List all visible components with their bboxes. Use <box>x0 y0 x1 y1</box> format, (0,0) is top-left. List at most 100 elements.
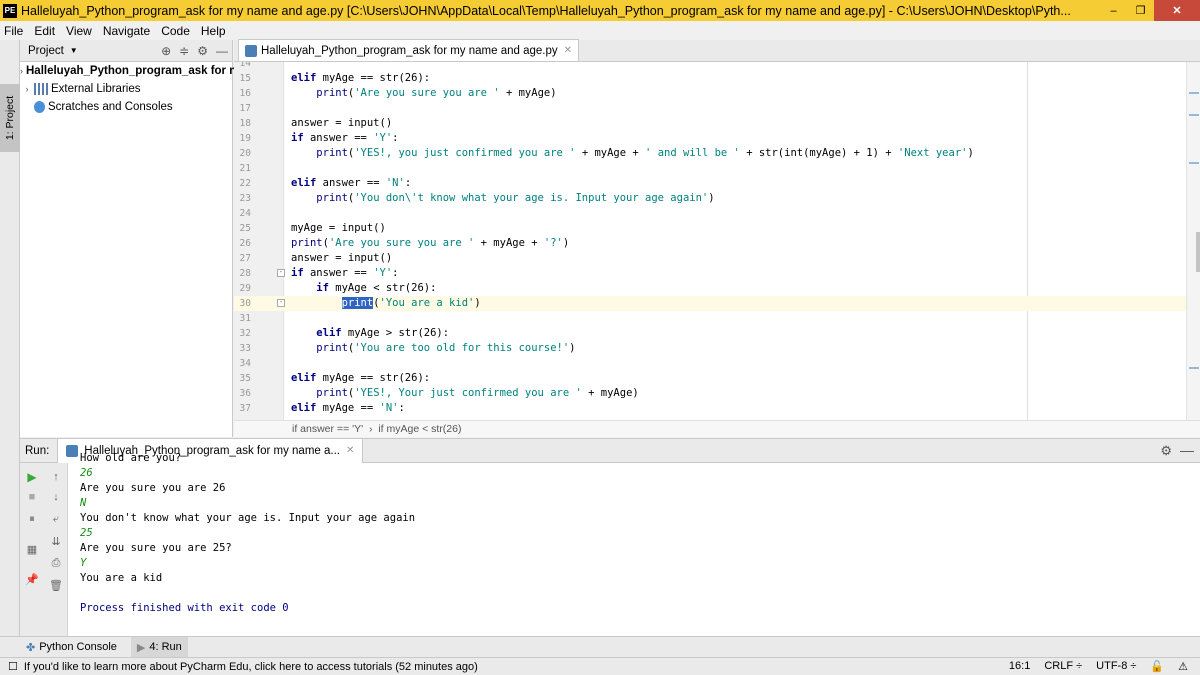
caret-position[interactable]: 16:1 <box>1009 660 1030 673</box>
code-text[interactable]: print('Are you sure you are ' + myAge) <box>291 86 556 101</box>
code-text[interactable]: print('YES!, you just confirmed you are … <box>291 146 974 161</box>
maximize-button[interactable]: ❐ <box>1127 0 1154 21</box>
print-icon[interactable]: ⎙ <box>48 555 64 571</box>
menu-navigate[interactable]: Navigate <box>103 24 150 38</box>
tree-item-scratches[interactable]: Scratches and Consoles <box>20 98 232 116</box>
code-line[interactable]: 25 myAge = input() <box>234 221 1200 236</box>
breadcrumb-item[interactable]: if myAge < str(26) <box>378 423 461 435</box>
lock-icon[interactable]: 🔓 <box>1150 660 1164 673</box>
code-text[interactable]: answer = input() <box>291 251 392 266</box>
editor-scrollbar[interactable] <box>1186 62 1200 420</box>
up-arrow-icon[interactable]: ↑ <box>48 469 64 485</box>
encoding-selector[interactable]: UTF-8 ÷ <box>1096 660 1136 673</box>
code-line[interactable]: 33 print('You are too old for this cours… <box>234 341 1200 356</box>
tree-item-external-libraries[interactable]: › External Libraries <box>20 80 232 98</box>
tab-python-console[interactable]: ✤ Python Console <box>26 641 117 654</box>
code-text[interactable]: print('You don\'t know what your age is.… <box>291 191 714 206</box>
line-number: 14 <box>239 62 251 69</box>
menu-view[interactable]: View <box>66 24 92 38</box>
code-line[interactable]: 35 elif myAge == str(26): <box>234 371 1200 386</box>
stop-icon[interactable]: ■ <box>24 489 40 505</box>
line-number: 16 <box>239 88 251 99</box>
layout-icon[interactable]: ▦ <box>24 541 40 557</box>
scroll-thumb[interactable] <box>1196 232 1200 272</box>
fold-marker-icon[interactable]: - <box>277 269 285 277</box>
tab-run[interactable]: ▶ 4: Run <box>130 636 188 658</box>
editor-tab[interactable]: Halleluyah_Python_program_ask for my nam… <box>238 39 580 61</box>
minimize-button[interactable]: – <box>1100 0 1127 21</box>
line-number: 28 <box>239 268 251 279</box>
gear-icon[interactable]: ⚙ <box>197 44 208 58</box>
code-line[interactable]: 34 <box>234 356 1200 371</box>
code-text[interactable]: elif myAge == 'N': <box>291 401 405 416</box>
soft-wrap-icon[interactable]: ⤶ <box>48 511 64 527</box>
code-text[interactable]: if myAge < str(26): <box>291 281 436 296</box>
expand-arrow-icon[interactable]: › <box>20 66 23 76</box>
collapse-all-icon[interactable]: ≑ <box>179 44 189 58</box>
rerun-icon[interactable]: ▶ <box>24 469 40 485</box>
pause-icon[interactable]: ⏸ <box>24 511 40 527</box>
code-line[interactable]: 17 <box>234 101 1200 116</box>
code-text[interactable]: elif myAge == str(26): <box>291 371 430 386</box>
code-text[interactable]: elif myAge == str(26): <box>291 71 430 86</box>
code-line[interactable]: 21 <box>234 161 1200 176</box>
breadcrumb-item[interactable]: if answer == 'Y' <box>292 423 363 435</box>
project-tool-tab-label: 1: Project <box>4 95 17 141</box>
pin-icon[interactable]: 📌 <box>24 571 40 587</box>
code-line[interactable]: 14 <box>234 62 1200 71</box>
code-line[interactable]: 16 print('Are you sure you are ' + myAge… <box>234 86 1200 101</box>
code-line[interactable]: 36 print('YES!, Your just confirmed you … <box>234 386 1200 401</box>
code-line[interactable]: 23 print('You don\'t know what your age … <box>234 191 1200 206</box>
expand-arrow-icon[interactable]: › <box>20 84 34 94</box>
fold-marker-icon[interactable]: - <box>277 299 285 307</box>
code-text[interactable]: elif answer == 'N': <box>291 176 411 191</box>
code-line[interactable]: 18 answer = input() <box>234 116 1200 131</box>
hide-panel-icon[interactable]: — <box>216 44 228 58</box>
code-text[interactable]: print('You are too old for this course!'… <box>291 341 575 356</box>
code-line[interactable]: 31 <box>234 311 1200 326</box>
down-arrow-icon[interactable]: ↓ <box>48 489 64 505</box>
menu-file[interactable]: File <box>4 24 23 38</box>
line-separator-selector[interactable]: CRLF ÷ <box>1044 660 1082 673</box>
code-line[interactable]: 28 if answer == 'Y': <box>234 266 1200 281</box>
code-line[interactable]: 29 if myAge < str(26): <box>234 281 1200 296</box>
scroll-to-end-icon[interactable]: ⇊ <box>48 533 64 549</box>
code-text[interactable]: myAge = input() <box>291 221 386 236</box>
code-text[interactable]: elif myAge > str(26): <box>291 326 449 341</box>
sync-icon[interactable]: ⊕ <box>161 44 171 58</box>
close-tab-icon[interactable]: ✕ <box>564 45 572 56</box>
code-line[interactable]: 37 elif myAge == 'N': <box>234 401 1200 416</box>
chevron-down-icon[interactable]: ▼ <box>70 46 78 55</box>
console-line: Process finished with exit code 0 <box>80 602 289 614</box>
code-text[interactable]: if answer == 'Y': <box>291 131 399 146</box>
menu-bar: File Edit View Navigate Code Help <box>0 21 1200 40</box>
menu-help[interactable]: Help <box>201 24 226 38</box>
code-line[interactable]: 15 elif myAge == str(26): <box>234 71 1200 86</box>
code-text[interactable]: answer = input() <box>291 116 392 131</box>
code-text[interactable]: print('Are you sure you are ' + myAge + … <box>291 236 569 251</box>
event-log-icon[interactable]: ⚠ <box>1178 660 1188 673</box>
tree-item-project-folder[interactable]: › Halleluyah_Python_program_ask for n <box>20 62 236 80</box>
code-area[interactable]: 14 15 elif myAge == str(26): 16 print('Are … <box>234 62 1200 420</box>
code-text[interactable]: print('YES!, Your just confirmed you are… <box>291 386 638 401</box>
code-line[interactable]: 30 print('You are a kid') <box>234 296 1200 311</box>
trash-icon[interactable]: 🗑 <box>48 577 64 593</box>
project-tool-tab[interactable]: 1: Project <box>0 84 20 152</box>
code-line[interactable]: 26 print('Are you sure you are ' + myAge … <box>234 236 1200 251</box>
code-text[interactable]: if answer == 'Y': <box>291 266 399 281</box>
close-button[interactable]: ✕ <box>1154 0 1200 21</box>
code-line[interactable]: 24 <box>234 206 1200 221</box>
console-output[interactable]: How old are you? 26 Are you sure you are 2… <box>80 451 1190 629</box>
code-line[interactable]: 22 elif answer == 'N': <box>234 176 1200 191</box>
status-panel-icon[interactable]: ☐ <box>8 660 18 673</box>
status-message[interactable]: If you'd like to learn more about PyChar… <box>24 661 478 673</box>
menu-code[interactable]: Code <box>161 24 190 38</box>
breadcrumb: if answer == 'Y' › if myAge < str(26) <box>234 420 1200 437</box>
code-line[interactable]: 32 elif myAge > str(26): <box>234 326 1200 341</box>
menu-edit[interactable]: Edit <box>34 24 55 38</box>
code-line[interactable]: 19 if answer == 'Y': <box>234 131 1200 146</box>
project-view-selector[interactable]: Project <box>28 45 64 57</box>
code-line[interactable]: 27 answer = input() <box>234 251 1200 266</box>
code-text[interactable]: print('You are a kid') <box>291 296 481 311</box>
code-line[interactable]: 20 print('YES!, you just confirmed you a… <box>234 146 1200 161</box>
